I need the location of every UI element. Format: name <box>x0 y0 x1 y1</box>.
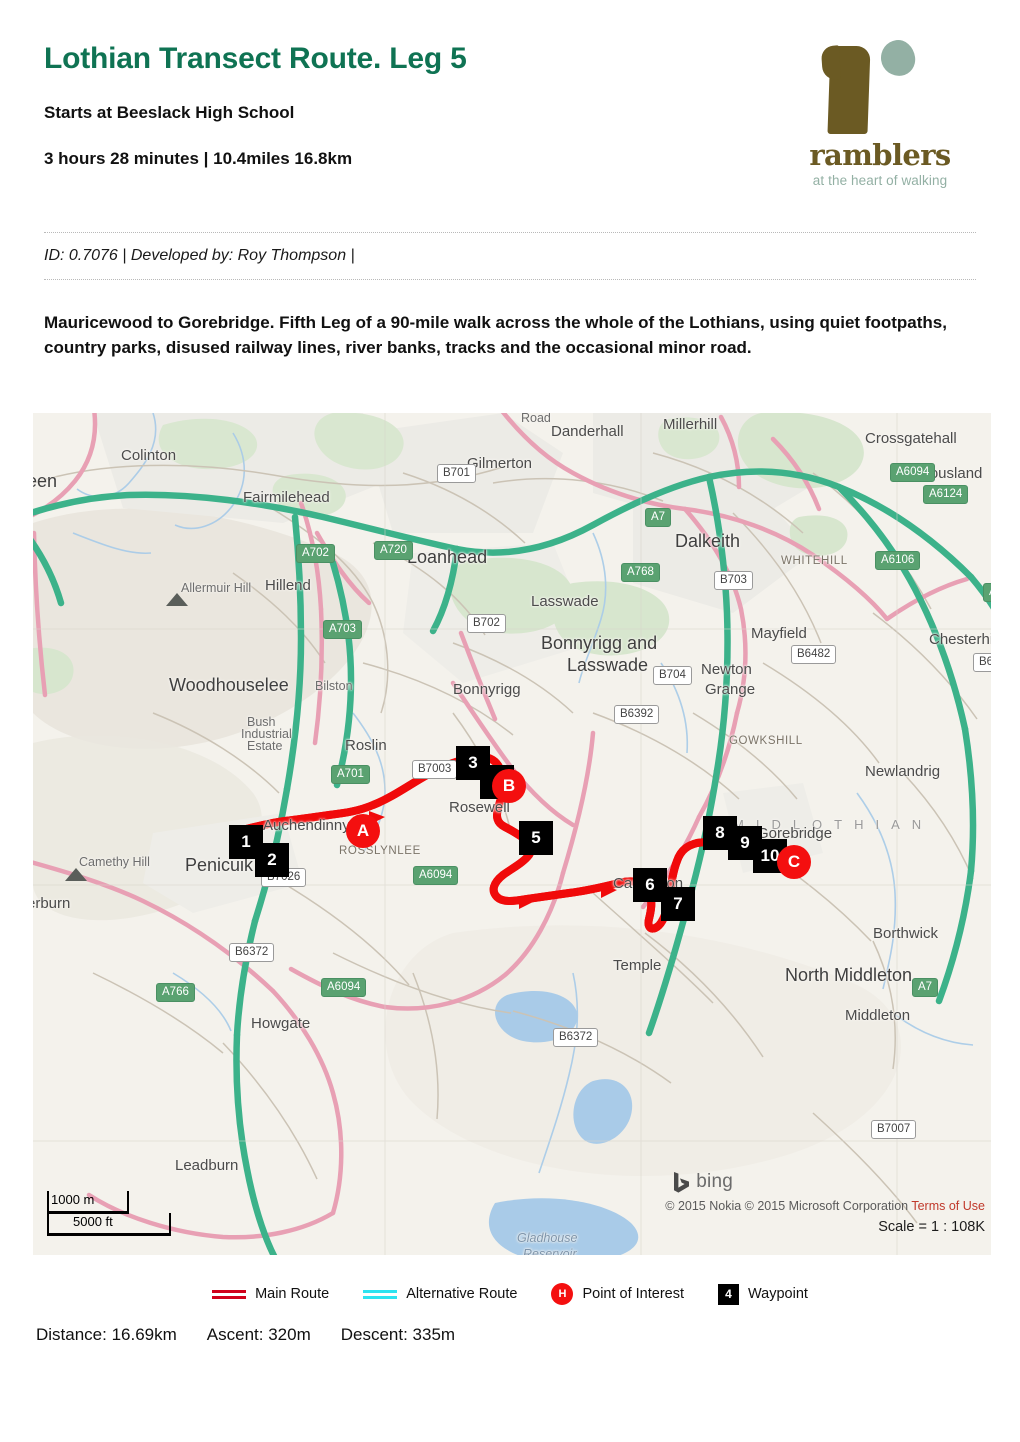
divider-bottom <box>44 279 976 280</box>
road-shield-b7007: B7007 <box>871 1120 917 1139</box>
legend-label-point-of-interest: Point of Interest <box>582 1286 685 1302</box>
legend-item-alternative-route: Alternative Route <box>363 1286 517 1302</box>
map-attribution: © 2015 Nokia © 2015 Microsoft Corporatio… <box>665 1199 985 1213</box>
route-meta-text: ID: 0.7076 | Developed by: Roy Thompson … <box>44 247 355 264</box>
road-shield-b701: B701 <box>437 464 476 483</box>
ramblers-logo: ramblers at the heart of walking <box>780 32 980 188</box>
ramblers-mark-icon <box>805 32 955 140</box>
logo-leaf-dot-icon <box>878 37 918 79</box>
logo-r-shape-icon <box>827 46 871 134</box>
road-shield-b6372: B6372 <box>553 1028 599 1047</box>
legend-item-waypoint: 4 Waypoint <box>718 1283 808 1305</box>
logo-tagline: at the heart of walking <box>812 173 948 188</box>
stat-descent: Descent: 335m <box>340 1325 456 1344</box>
stat-ascent: Ascent: 320m <box>206 1325 311 1344</box>
terms-of-use-link[interactable]: Terms of Use <box>911 1199 985 1213</box>
road-shield-a7: A7 <box>645 508 672 527</box>
map-scale-text: Scale = 1 : 108K <box>878 1219 985 1235</box>
road-shield-a768: A768 <box>621 563 660 582</box>
walk-route-page: Lothian Transect Route. Leg 5 Starts at … <box>0 0 1020 1442</box>
point-of-interest-icon: H <box>551 1283 574 1305</box>
scalebar-tick-right-imperial <box>169 1213 171 1235</box>
map-poi-a[interactable]: A <box>346 814 380 848</box>
map-waypoint-7[interactable]: 7 <box>661 887 695 921</box>
road-shield-a6124: A6124 <box>923 485 969 504</box>
road-shield-a766: A766 <box>156 983 195 1002</box>
bing-logo: bing <box>673 1171 733 1193</box>
legend-item-main-route: Main Route <box>212 1286 329 1302</box>
map-poi-b[interactable]: B <box>492 769 526 803</box>
road-shield-b6392: B6392 <box>614 705 660 724</box>
road-shield-a6106: A6106 <box>875 551 921 570</box>
route-map[interactable]: MIDLOTHIAN Colinton een Fairmilehead All… <box>33 413 991 1255</box>
road-shield-b7003: B7003 <box>412 760 458 779</box>
map-waypoint-2[interactable]: 2 <box>255 843 289 877</box>
road-shield-a703: A703 <box>323 620 362 639</box>
road-shield-a6094: A6094 <box>890 463 936 482</box>
hill-summit-icon-carnethy <box>65 868 87 881</box>
road-shield-a6094: A6094 <box>413 866 459 885</box>
road-shield-b6372: B6372 <box>973 653 991 672</box>
road-shield-a702: A702 <box>296 544 335 563</box>
road-shield-b703: B703 <box>714 571 753 590</box>
map-basemap-canvas <box>33 413 991 1255</box>
road-shield-a6094: A6094 <box>321 978 367 997</box>
legend-label-waypoint: Waypoint <box>748 1286 808 1302</box>
map-waypoint-5[interactable]: 5 <box>519 821 553 855</box>
legend-label-main-route: Main Route <box>255 1286 330 1302</box>
road-shield-a701: A701 <box>331 765 370 784</box>
alternative-route-line-icon <box>363 1289 398 1300</box>
logo-wordmark: ramblers <box>809 138 951 172</box>
route-description: Mauricewood to Gorebridge. Fifth Leg of … <box>44 313 947 357</box>
map-copyright-text: © 2015 Nokia © 2015 Microsoft Corporatio… <box>665 1199 912 1213</box>
road-shield-b6482: B6482 <box>791 645 837 664</box>
scalebar-tick-left-imperial <box>47 1213 49 1235</box>
bing-wordmark: bing <box>696 1171 733 1192</box>
legend-item-point-of-interest: H Point of Interest <box>551 1283 684 1305</box>
map-poi-c[interactable]: C <box>777 845 811 879</box>
map-scale-bar: 1000 m 5000 ft <box>47 1191 217 1237</box>
waypoint-icon: 4 <box>718 1283 740 1305</box>
road-shield-a720: A720 <box>374 541 413 560</box>
map-legend: Main Route Alternative Route H Point of … <box>0 1283 1020 1305</box>
bing-glyph-icon <box>674 1171 690 1193</box>
scalebar-tick-right-metric <box>127 1191 129 1213</box>
scalebar-line-imperial <box>47 1233 171 1236</box>
road-shield-b6372: B6372 <box>229 943 275 962</box>
road-shield-b704: B704 <box>653 666 692 685</box>
scalebar-label-metric: 1000 m <box>51 1192 95 1207</box>
scalebar-label-imperial: 5000 ft <box>73 1214 113 1229</box>
meta-strip: ID: 0.7076 | Developed by: Roy Thompson … <box>0 232 1020 280</box>
road-shield-a68: A68 <box>983 583 991 602</box>
legend-label-alternative-route: Alternative Route <box>406 1286 518 1302</box>
stat-distance: Distance: 16.69km <box>36 1325 177 1344</box>
route-stats: Distance: 16.69km Ascent: 320m Descent: … <box>36 1325 455 1345</box>
road-shield-b702: B702 <box>467 614 506 633</box>
scalebar-tick-left-metric <box>47 1191 49 1213</box>
hill-summit-icon-allermuir <box>166 593 188 606</box>
road-shield-a7: A7 <box>912 978 939 997</box>
main-route-line-icon <box>212 1289 247 1300</box>
